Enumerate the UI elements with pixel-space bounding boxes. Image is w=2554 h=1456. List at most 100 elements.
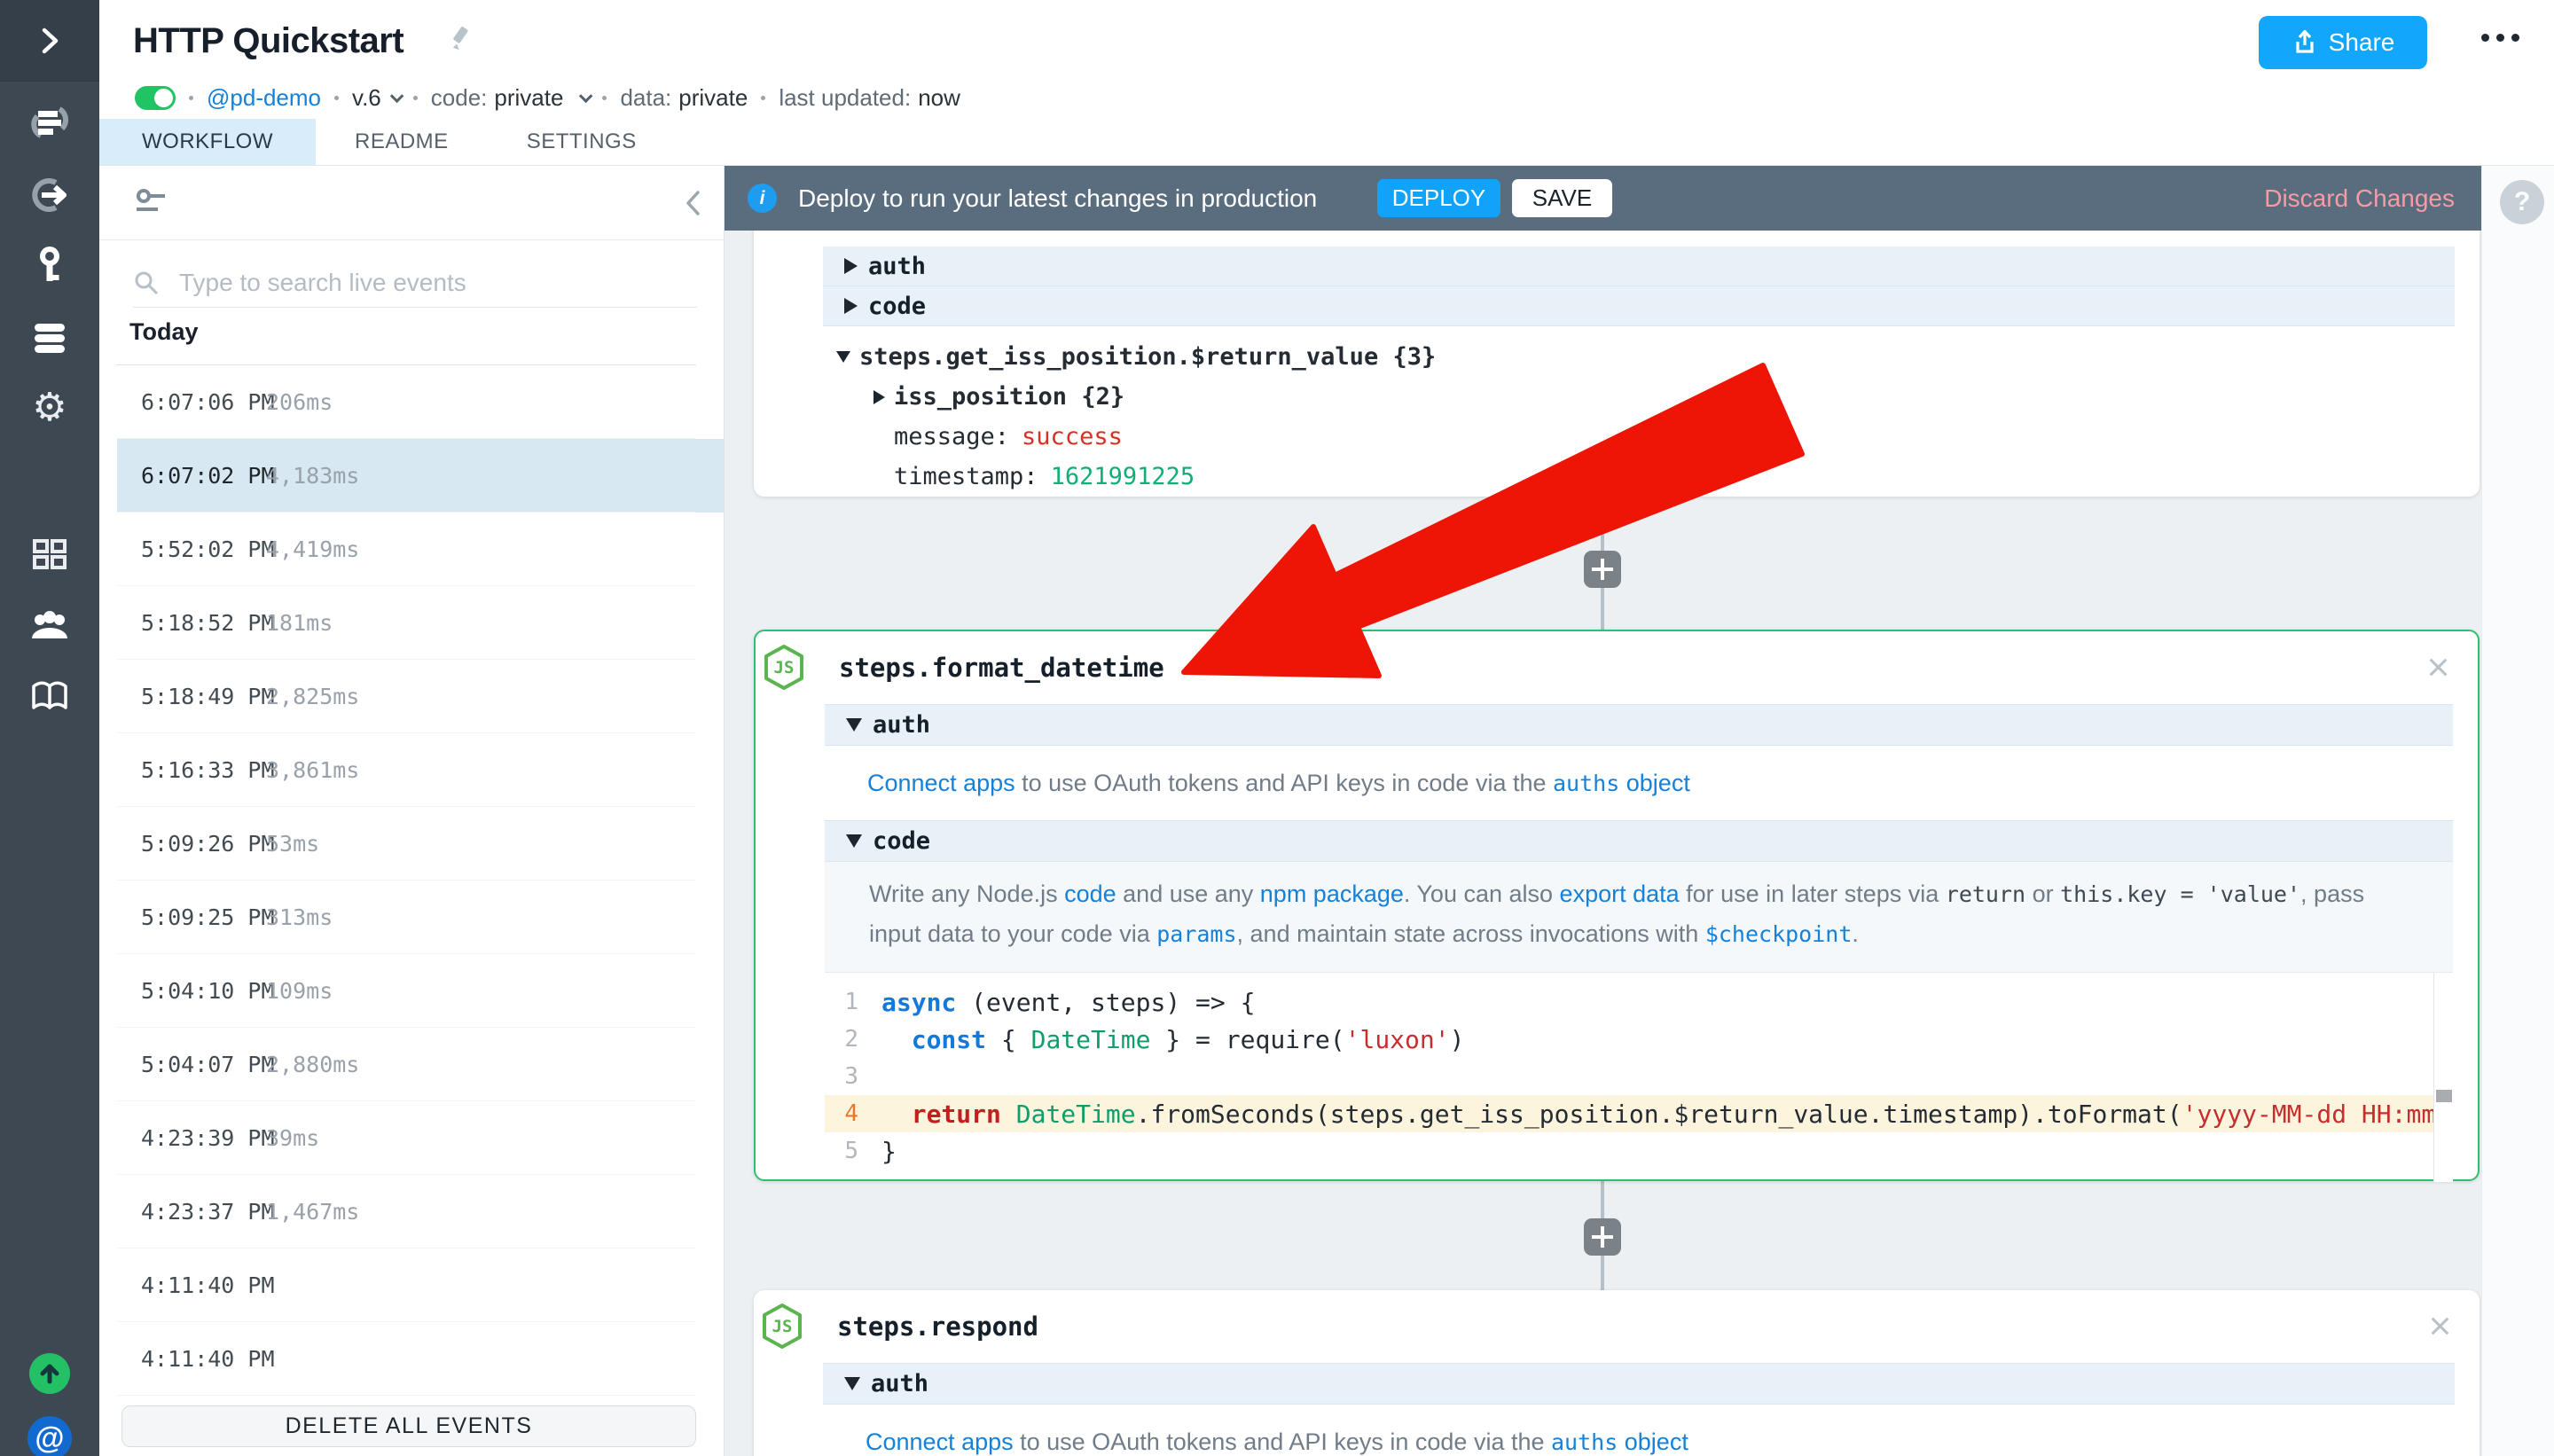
sidebar-item-settings[interactable]: ⚙ xyxy=(0,388,99,427)
right-scroll-gutter[interactable]: ? xyxy=(2481,166,2554,1456)
tab-settings[interactable]: SETTINGS xyxy=(488,119,676,165)
sidebar-item-keys[interactable] xyxy=(0,247,99,287)
event-time: 5:18:52 PM xyxy=(141,610,275,636)
code-visibility-dropdown[interactable]: code: private xyxy=(431,84,590,112)
event-duration: 181ms xyxy=(266,610,333,636)
event-row[interactable]: 5:18:52 PM181ms xyxy=(99,586,724,660)
return-value-tree: steps.get_iss_position.$return_value {3}… xyxy=(823,326,2455,497)
event-row[interactable]: 5:04:07 PM2,880ms xyxy=(99,1028,724,1101)
add-step-button[interactable] xyxy=(1584,1218,1621,1256)
close-step-icon[interactable] xyxy=(2426,655,2451,680)
separator-dot xyxy=(334,96,339,100)
auth-section-header[interactable]: auth xyxy=(825,704,2453,746)
timestamp-key: timestamp: xyxy=(894,463,1038,490)
step-header: JS steps.respond xyxy=(754,1290,2480,1363)
event-row[interactable]: 5:09:26 PM53ms xyxy=(99,807,724,881)
separator-dot xyxy=(761,96,765,100)
params-link[interactable]: params xyxy=(1156,921,1236,947)
auth-section-header[interactable]: auth xyxy=(823,1363,2455,1405)
auths-object-link[interactable]: auths xyxy=(1553,771,1619,796)
event-time: 6:07:06 PM xyxy=(141,389,275,415)
code-section-header[interactable]: code xyxy=(825,820,2453,862)
tree-node-iss-position[interactable]: iss_position {2} xyxy=(874,377,2455,417)
auths-object-link-text[interactable]: object xyxy=(1618,1429,1688,1456)
connect-apps-link[interactable]: Connect apps xyxy=(867,770,1015,797)
sidebar-item-changelog[interactable] xyxy=(0,1353,99,1394)
event-row[interactable]: 4:23:37 PM1,467ms xyxy=(99,1175,724,1249)
deploy-button[interactable]: DEPLOY xyxy=(1377,179,1500,217)
npm-package-link[interactable]: npm package xyxy=(1260,881,1404,907)
scrollbar-thumb[interactable] xyxy=(2436,1090,2452,1102)
filter-icon xyxy=(133,185,168,221)
collapse-icon xyxy=(836,351,850,363)
sidebar-item-apps[interactable] xyxy=(0,536,99,572)
event-row[interactable]: 5:09:25 PM313ms xyxy=(99,881,724,954)
discard-changes-link[interactable]: Discard Changes xyxy=(2264,166,2455,231)
event-row[interactable]: 6:07:06 PM206ms xyxy=(99,365,724,439)
close-step-icon[interactable] xyxy=(2428,1314,2453,1339)
code-editor[interactable]: 1async (event, steps) => {2 const { Date… xyxy=(825,972,2453,1182)
data-visibility: data: private xyxy=(620,84,748,112)
help-button[interactable]: ? xyxy=(2500,180,2544,224)
line-number: 5 xyxy=(825,1138,858,1164)
edit-title-button[interactable] xyxy=(445,23,475,58)
auth-help-text: Connect apps to use OAuth tokens and API… xyxy=(823,1405,2455,1456)
filter-button[interactable] xyxy=(133,185,168,225)
tab-readme[interactable]: README xyxy=(316,119,488,165)
checkpoint-link[interactable]: $checkpoint xyxy=(1705,921,1853,947)
add-step-button[interactable] xyxy=(1584,551,1621,588)
separator-dot xyxy=(413,96,418,100)
delete-all-events-button[interactable]: DELETE ALL EVENTS xyxy=(121,1405,696,1447)
event-row[interactable]: 6:07:02 PM4,183ms xyxy=(99,439,724,513)
events-section-label: Today xyxy=(129,318,199,346)
owner-link[interactable]: @pd-demo xyxy=(207,84,321,112)
sidebar-item-workflows[interactable] xyxy=(0,103,99,142)
sidebar-expand-button[interactable] xyxy=(0,0,99,82)
event-row[interactable]: 5:52:02 PM4,419ms xyxy=(99,513,724,586)
sidebar-item-community[interactable] xyxy=(0,608,99,644)
event-row[interactable]: 5:16:33 PM3,861ms xyxy=(99,733,724,807)
event-row[interactable]: 4:11:40 PM xyxy=(99,1249,724,1322)
auths-object-link[interactable]: auths xyxy=(1551,1429,1618,1455)
auth-help-text: Connect apps to use OAuth tokens and API… xyxy=(825,746,2453,820)
share-button[interactable]: Share xyxy=(2259,16,2427,69)
code-value: private xyxy=(494,84,563,112)
data-value: private xyxy=(678,84,748,112)
event-row[interactable]: 4:23:39 PM39ms xyxy=(99,1101,724,1175)
event-time: 5:04:07 PM xyxy=(141,1052,275,1077)
grid-icon xyxy=(31,536,68,572)
collapse-panel-button[interactable] xyxy=(681,187,704,223)
code-section-header[interactable]: code xyxy=(823,286,2455,326)
search-input[interactable] xyxy=(179,269,676,297)
more-options-button[interactable] xyxy=(2481,34,2519,42)
sidebar-item-docs[interactable] xyxy=(0,679,99,715)
sidebar-item-event-sources[interactable] xyxy=(0,176,99,215)
connect-apps-link[interactable]: Connect apps xyxy=(866,1429,1014,1456)
auth-section-label: auth xyxy=(871,1370,928,1397)
event-row[interactable]: 5:18:49 PM2,825ms xyxy=(99,660,724,733)
tree-node-return-value[interactable]: steps.get_iss_position.$return_value {3} xyxy=(836,337,2455,377)
auths-object-link-text[interactable]: object xyxy=(1619,770,1690,797)
event-duration: 3,861ms xyxy=(266,757,359,783)
chevron-left-icon xyxy=(681,187,704,219)
app-sidebar: ⚙ @ xyxy=(0,0,99,1456)
data-label: data: xyxy=(620,84,671,112)
sidebar-item-sql[interactable] xyxy=(0,319,99,356)
editor-scrollbar[interactable] xyxy=(2433,973,2453,1182)
export-data-link[interactable]: export data xyxy=(1560,881,1680,907)
event-row[interactable]: 5:04:10 PM109ms xyxy=(99,954,724,1028)
workflow-canvas: i Deploy to run your latest changes in p… xyxy=(725,166,2481,1456)
sidebar-item-support[interactable]: @ xyxy=(0,1416,99,1456)
active-toggle[interactable] xyxy=(135,86,176,110)
event-row[interactable]: 4:11:40 PM xyxy=(99,1322,724,1396)
save-button[interactable]: SAVE xyxy=(1512,179,1612,217)
timestamp-value: 1621991225 xyxy=(1051,463,1195,490)
events-list: 6:07:06 PM206ms6:07:02 PM4,183ms5:52:02 … xyxy=(99,365,724,1396)
version-dropdown[interactable]: v.6 xyxy=(352,84,400,112)
code-docs-link[interactable]: code xyxy=(1064,881,1116,907)
tab-workflow[interactable]: WORKFLOW xyxy=(99,119,316,165)
event-duration: 2,825ms xyxy=(266,684,359,709)
auth-section-header[interactable]: auth xyxy=(823,247,2455,286)
live-events-panel: Today 6:07:06 PM206ms6:07:02 PM4,183ms5:… xyxy=(99,166,725,1456)
step-header: JS steps.format_datetime xyxy=(756,631,2478,704)
